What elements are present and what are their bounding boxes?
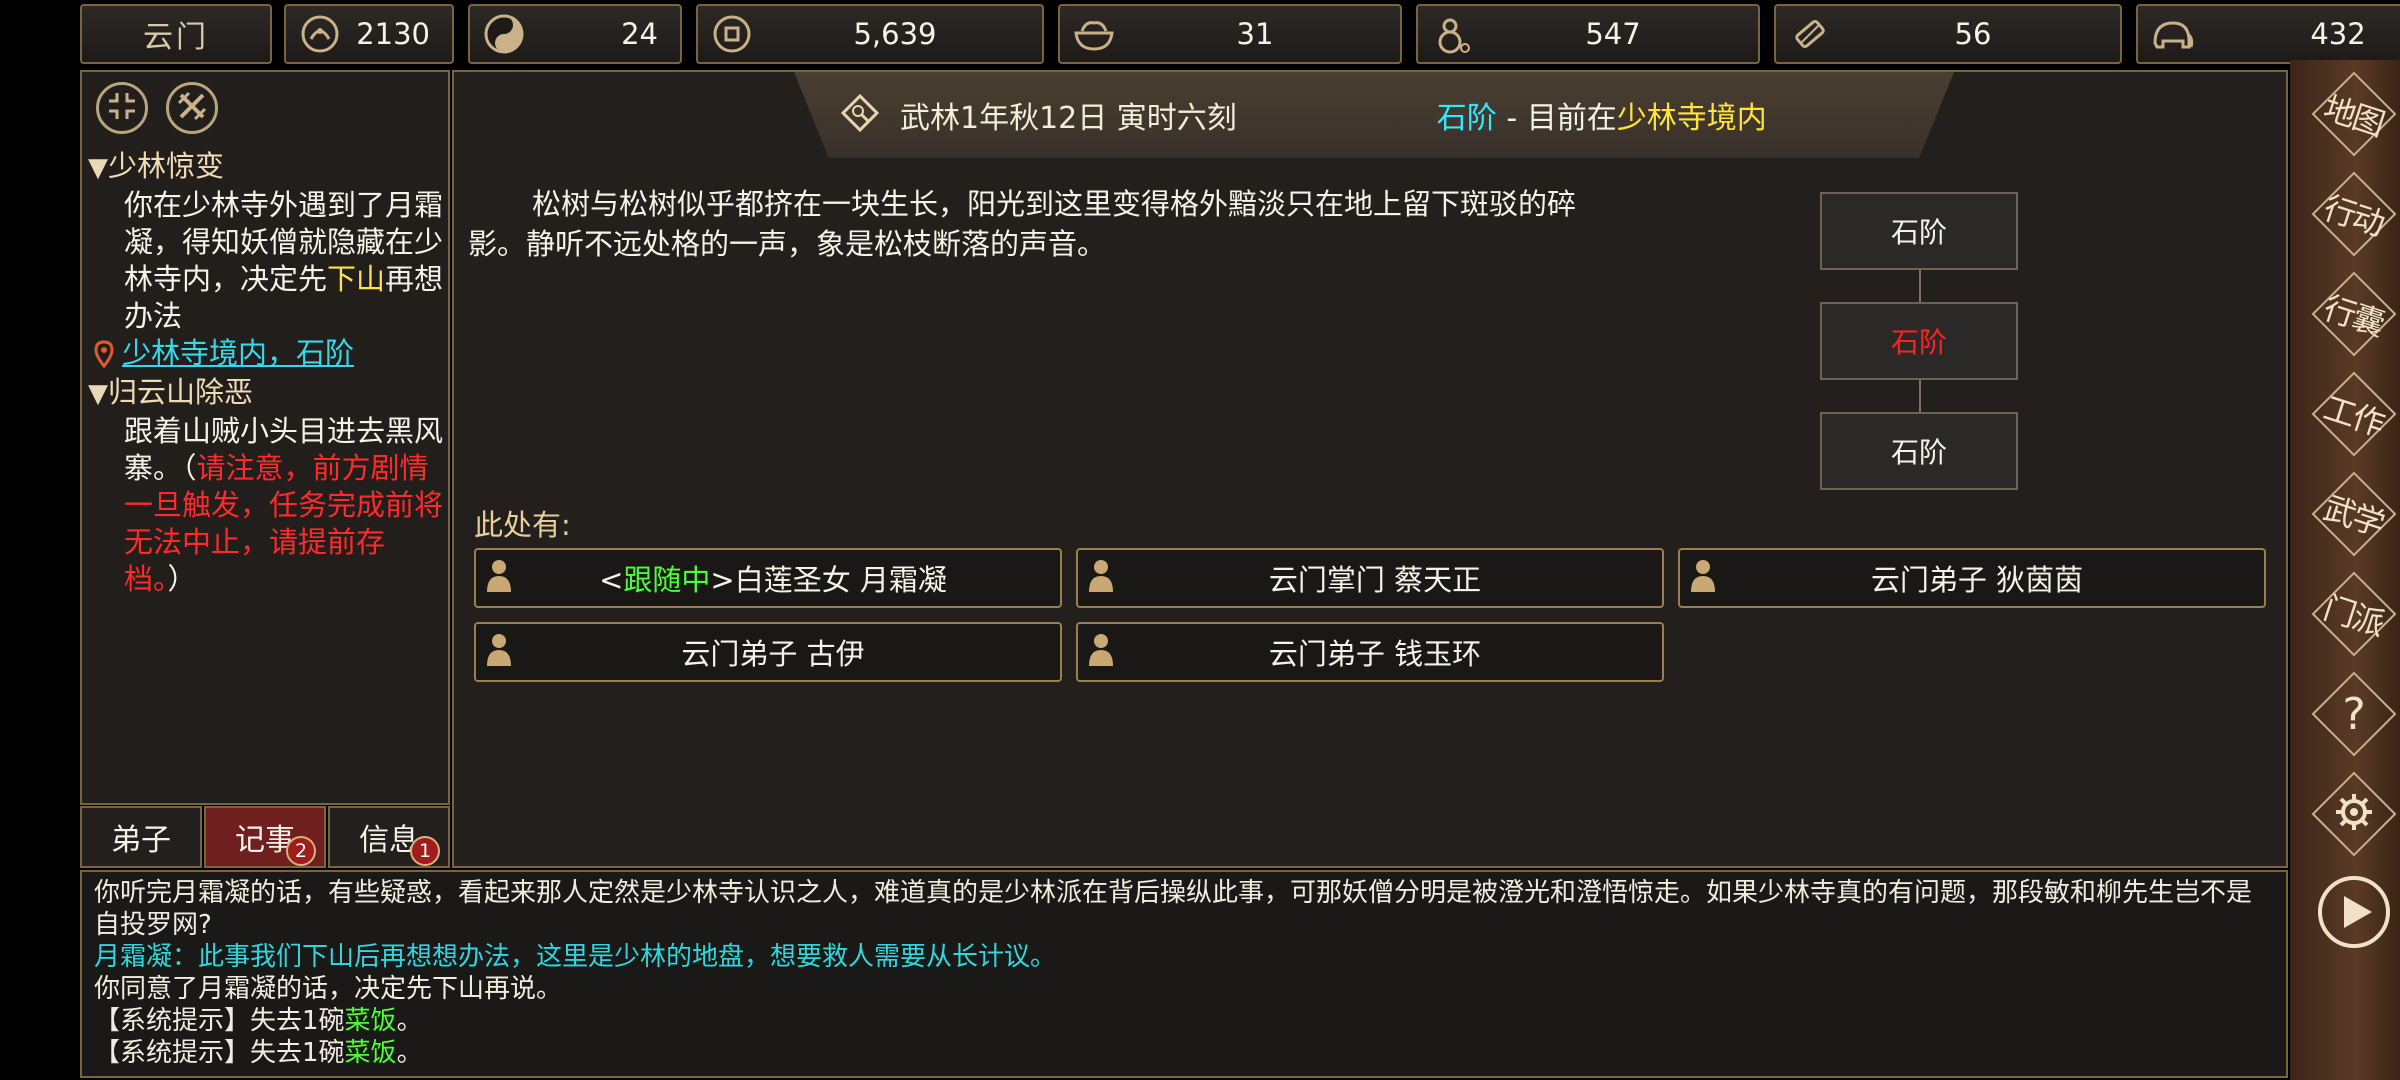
- person-icon: [1088, 632, 1128, 673]
- message-log[interactable]: 你听完月霜凝的话，有些疑惑，看起来那人定然是少林寺认识之人，难道真的是少林派在背…: [80, 870, 2288, 1078]
- present-label: 此处有:: [474, 508, 571, 542]
- food-counter[interactable]: 31: [1058, 4, 1402, 64]
- log-line-system: 【系统提示】失去1碗菜饭。: [94, 1006, 423, 1036]
- scene-description: 松树与松树似乎都挤在一块生长，阳光到这里变得格外黯淡只在地上留下斑驳的碎影。静听…: [468, 187, 1577, 261]
- collapse-icon: [105, 89, 139, 127]
- menu-work-button[interactable]: 工作: [2310, 370, 2398, 458]
- elephant-counter[interactable]: 432: [2136, 4, 2400, 64]
- elephant-icon: [2148, 10, 2196, 58]
- tab-messages[interactable]: 信息 1: [328, 806, 450, 868]
- map-node-south[interactable]: 石阶: [1820, 412, 2018, 490]
- npc-button-yue-shuangning[interactable]: <跟随中>白莲圣女 月霜凝: [474, 548, 1062, 608]
- scroll-icon: [1786, 10, 1834, 58]
- food-bowl-icon: [1070, 10, 1118, 58]
- side-menu: 地图 行动 行囊 工作 武学 门派 ?: [2290, 60, 2400, 1080]
- money-counter[interactable]: 5,639: [696, 4, 1044, 64]
- reputation-icon: [296, 10, 344, 58]
- scroll-counter[interactable]: 56: [1774, 4, 2122, 64]
- sect-name: 云门: [143, 20, 209, 55]
- tab-journal[interactable]: 记事 2: [204, 806, 326, 868]
- location-pin-icon: [94, 339, 114, 368]
- morality-counter[interactable]: 24: [468, 4, 682, 64]
- reputation-value: 2130: [356, 17, 430, 51]
- food-value: 31: [1236, 17, 1274, 51]
- compass-icon: [838, 91, 882, 139]
- money-value: 5,639: [853, 17, 937, 51]
- quest-desc-guiyun: 跟着山贼小头目进去黑风寨。（请注意，前方剧情一旦触发，任务完成前将无法中止，请提…: [124, 414, 444, 596]
- cross-swords-icon: [175, 89, 209, 127]
- npc-button-cai-tianzheng[interactable]: 云门掌门 蔡天正: [1076, 548, 1664, 608]
- expand-triangle-icon: ▼: [88, 379, 108, 409]
- settings-button[interactable]: [2310, 770, 2398, 858]
- quest-panel: ▼少林惊变 你在少林寺外遇到了月霜凝，得知妖僧就隐藏在少林寺内，决定先下山再想办…: [80, 70, 450, 805]
- map-path: [1919, 380, 1921, 412]
- game-date: 武林1年秋12日 寅时六刻: [900, 101, 1237, 136]
- elephant-value: 432: [2310, 17, 2366, 51]
- location-header: 武林1年秋12日 寅时六刻 石阶 - 目前在少林寺境内: [794, 72, 1954, 158]
- journal-badge: 2: [286, 836, 316, 866]
- quest-title-guiyun[interactable]: ▼归云山除恶: [88, 374, 446, 413]
- play-icon: [2316, 874, 2392, 954]
- scroll-value: 56: [1954, 17, 1992, 51]
- quest-title-shaolin[interactable]: ▼少林惊变: [88, 148, 446, 187]
- menu-inventory-button[interactable]: 行囊: [2310, 270, 2398, 358]
- gourd-icon: [1428, 10, 1476, 58]
- messages-badge: 1: [410, 836, 440, 866]
- question-mark-icon: ?: [2342, 688, 2366, 740]
- quest-location-link[interactable]: 少林寺境内，石阶: [88, 335, 446, 372]
- map-node-current: 石阶: [1820, 302, 2018, 380]
- menu-sect-button[interactable]: 门派: [2310, 570, 2398, 658]
- medicine-counter[interactable]: 547: [1416, 4, 1760, 64]
- map-node-north[interactable]: 石阶: [1820, 192, 2018, 270]
- map-path: [1919, 270, 1921, 302]
- npc-button-gu-yi[interactable]: 云门弟子 古伊: [474, 622, 1062, 682]
- menu-martial-arts-button[interactable]: 武学: [2310, 470, 2398, 558]
- tab-disciples[interactable]: 弟子: [80, 806, 202, 868]
- person-icon: [1690, 558, 1730, 599]
- morality-value: 24: [621, 17, 658, 51]
- menu-map-button[interactable]: 地图: [2310, 70, 2398, 158]
- current-location: 石阶 - 目前在少林寺境内: [1436, 101, 1767, 136]
- log-line-system: 【系统提示】失去1碗菜饭。: [94, 1038, 423, 1068]
- coin-icon: [708, 10, 756, 58]
- person-icon: [486, 558, 526, 599]
- quest-desc-shaolin: 你在少林寺外遇到了月霜凝，得知妖僧就隐藏在少林寺内，决定先下山再想办法: [124, 188, 444, 333]
- scene-panel: 武林1年秋12日 寅时六刻 石阶 - 目前在少林寺境内 松树与松树似乎都挤在一块…: [452, 70, 2288, 868]
- reputation-counter[interactable]: 2130: [284, 4, 454, 64]
- menu-action-button[interactable]: 行动: [2310, 170, 2398, 258]
- collapse-button[interactable]: [96, 82, 148, 134]
- help-button[interactable]: ?: [2310, 670, 2398, 758]
- person-icon: [486, 632, 526, 673]
- auto-play-button[interactable]: [2310, 870, 2398, 958]
- yin-yang-icon: [480, 10, 528, 58]
- quest-list: ▼少林惊变 你在少林寺外遇到了月霜凝，得知妖僧就隐藏在少林寺内，决定先下山再想办…: [88, 148, 446, 598]
- log-line: 你同意了月霜凝的话，决定先下山再说。: [94, 974, 563, 1004]
- person-icon: [1088, 558, 1128, 599]
- log-line: 你听完月霜凝的话，有些疑惑，看起来那人定然是少林寺认识之人，难道真的是少林派在背…: [94, 878, 2253, 940]
- log-line-dialogue: 月霜凝：此事我们下山后再想想办法，这里是少林的地盘，想要救人需要从长计议。: [94, 942, 1057, 972]
- expand-triangle-icon: ▼: [88, 153, 108, 183]
- sect-name-button[interactable]: 云门: [80, 4, 272, 64]
- close-tracking-button[interactable]: [166, 82, 218, 134]
- gear-icon: [2334, 792, 2374, 836]
- resource-bar: 云门 2130 24 5,639 31 547 56 432: [80, 4, 2400, 66]
- npc-button-qian-yuhuan[interactable]: 云门弟子 钱玉环: [1076, 622, 1664, 682]
- medicine-value: 547: [1585, 17, 1641, 51]
- npc-button-di-yinyin[interactable]: 云门弟子 狄茵茵: [1678, 548, 2266, 608]
